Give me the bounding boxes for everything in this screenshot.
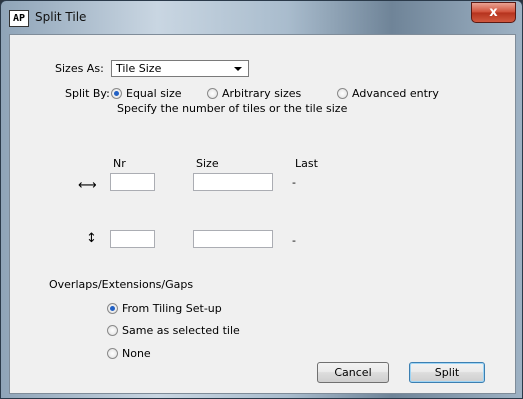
app-icon: AP — [9, 10, 29, 27]
split-button[interactable]: Split — [409, 362, 485, 383]
nr-header: Nr — [113, 157, 126, 170]
radio-icon — [111, 88, 122, 99]
last-header: Last — [295, 157, 318, 170]
overlaps-from-tiling-label: From Tiling Set-up — [122, 302, 222, 315]
window-title: Split Tile — [35, 10, 87, 24]
radio-icon — [107, 348, 118, 359]
sizes-as-dropdown[interactable]: Tile Size — [111, 60, 249, 77]
horizontal-nr-input[interactable] — [110, 173, 155, 191]
overlaps-label: Overlaps/Extensions/Gaps — [49, 278, 194, 291]
split-by-advanced-label: Advanced entry — [352, 87, 439, 100]
sizes-as-label: Sizes As: — [55, 62, 104, 75]
split-by-hint: Specify the number of tiles or the tile … — [117, 102, 348, 115]
cancel-button[interactable]: Cancel — [317, 362, 389, 383]
split-tile-window: AP Split Tile x Sizes As: Tile Size Spli… — [0, 0, 523, 399]
overlaps-same-as-selected-label: Same as selected tile — [122, 324, 240, 337]
dialog-body: Sizes As: Tile Size Split By: Equal size… — [9, 34, 516, 394]
vertical-nr-input[interactable] — [110, 230, 155, 248]
size-header: Size — [196, 157, 219, 170]
radio-icon — [107, 325, 118, 336]
horizontal-arrow-icon: ⟷ — [78, 178, 97, 193]
split-by-arbitrary-label: Arbitrary sizes — [222, 87, 302, 100]
vertical-size-input[interactable] — [193, 230, 273, 248]
radio-icon — [207, 88, 218, 99]
close-button[interactable]: x — [471, 2, 516, 23]
overlaps-none-label: None — [122, 347, 151, 360]
radio-icon — [337, 88, 348, 99]
chevron-down-icon — [234, 67, 242, 71]
split-by-label: Split By: — [65, 87, 110, 100]
horizontal-size-input[interactable] — [193, 173, 273, 191]
vertical-arrow-icon: ↕ — [86, 231, 97, 246]
title-bar[interactable]: AP Split Tile x — [1, 1, 522, 35]
horizontal-last-value: - — [292, 176, 296, 189]
radio-icon — [107, 303, 118, 314]
sizes-as-value: Tile Size — [116, 62, 162, 75]
split-by-equal-label: Equal size — [126, 87, 182, 100]
vertical-last-value: - — [292, 234, 296, 247]
close-icon: x — [489, 5, 498, 20]
